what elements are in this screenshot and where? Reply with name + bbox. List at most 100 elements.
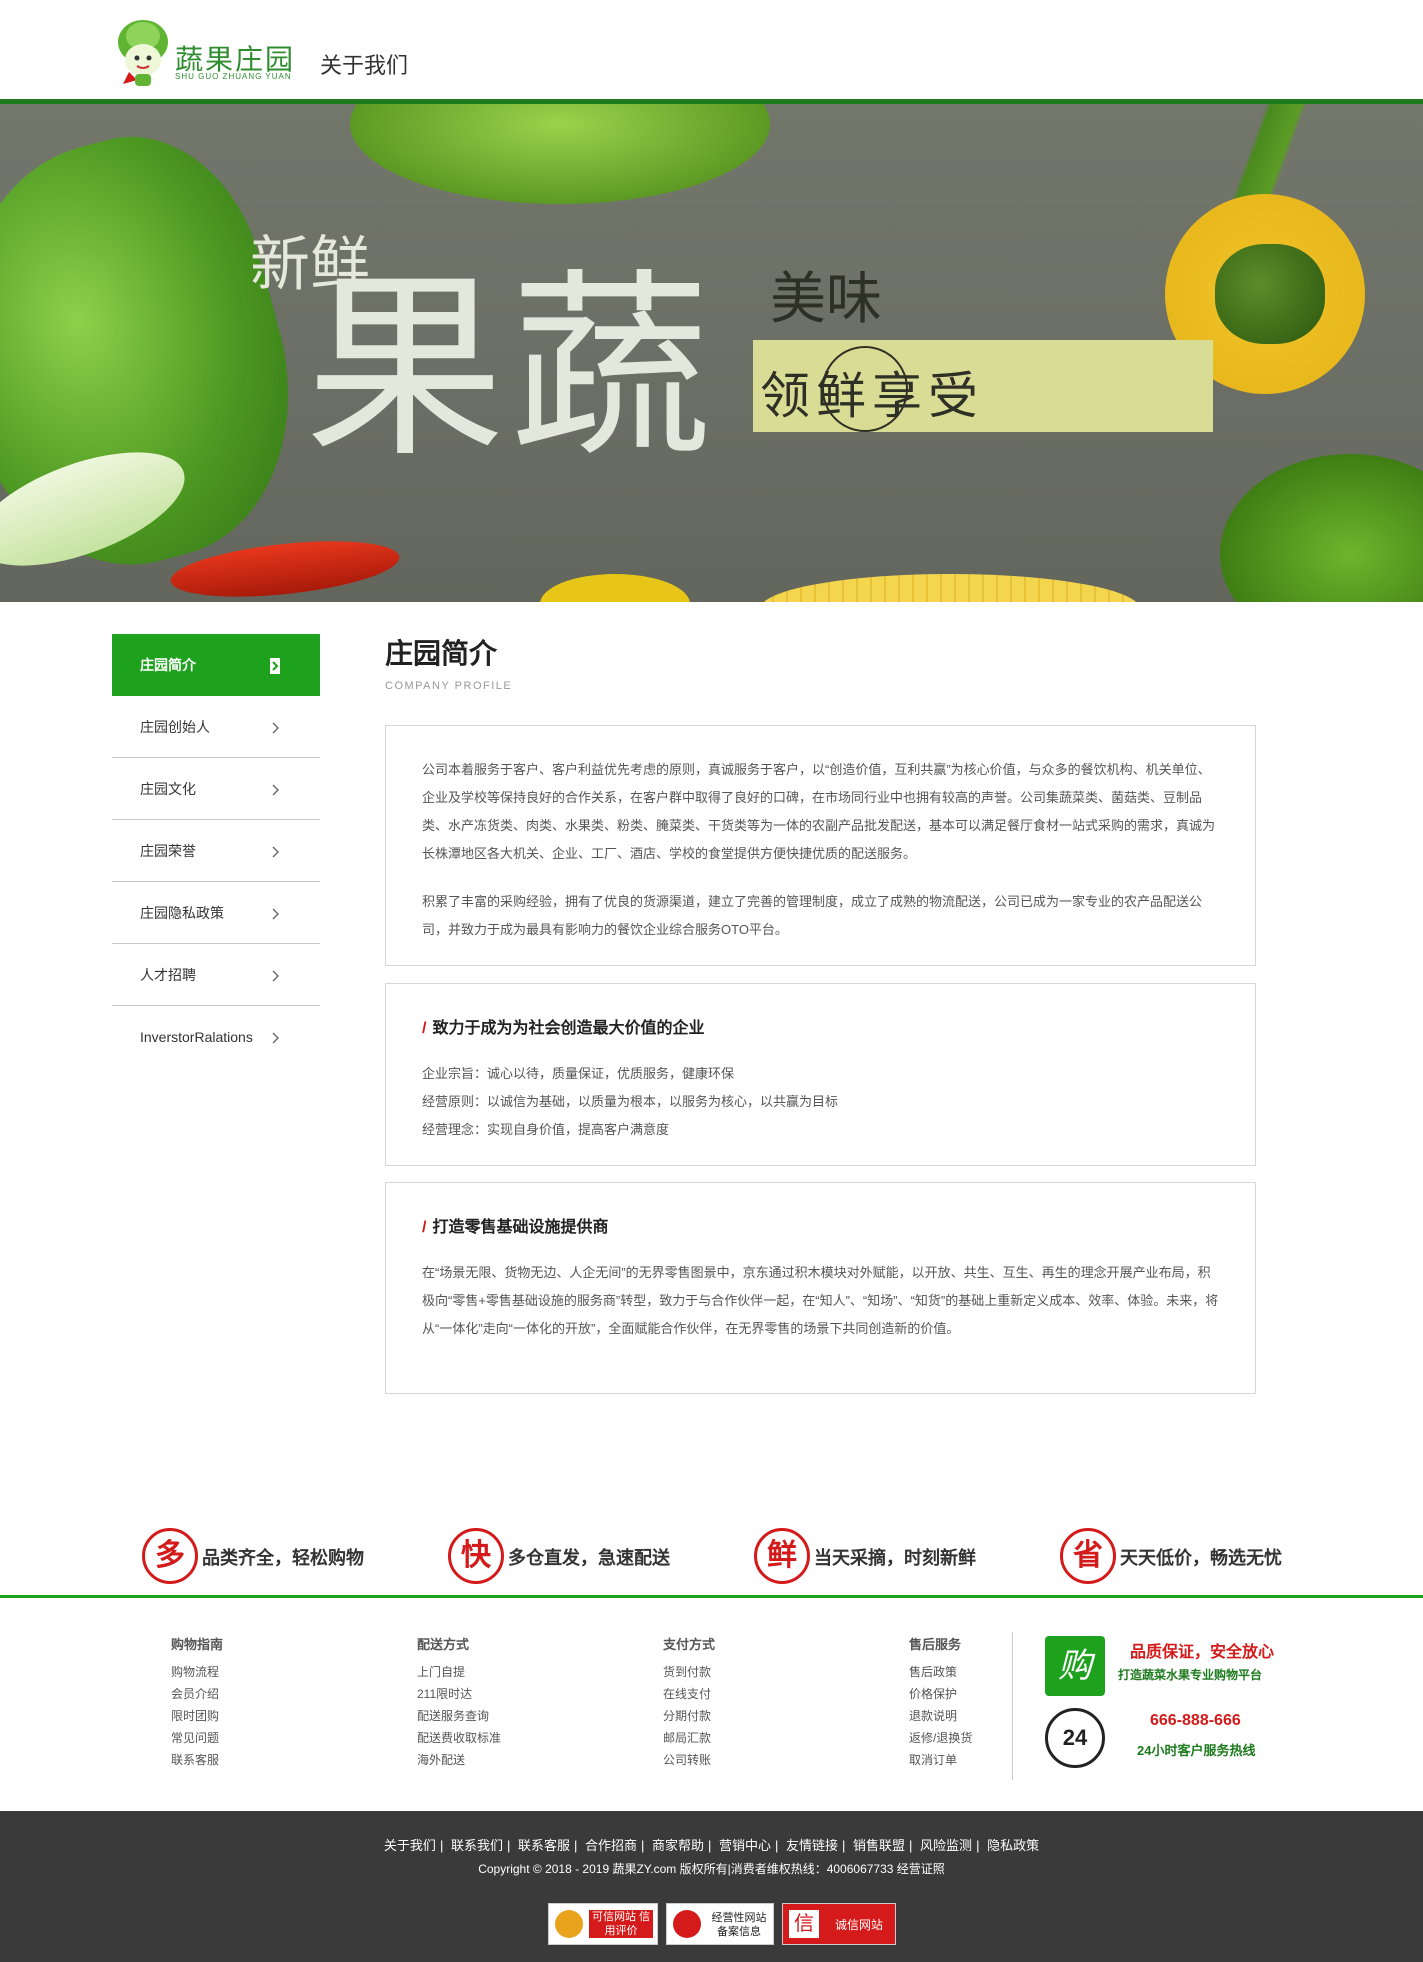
site-logo[interactable]: 蔬果庄园 SHU GUO ZHUANG YUAN [115,14,299,90]
sidebar-item-profile[interactable]: 庄园简介 [112,634,320,696]
bottom-link-marketing[interactable]: 营销中心 [719,1838,771,1853]
mission-heading: / 致力于成为为社会创造最大价值的企业 [422,1014,1219,1038]
footer-link[interactable]: 购物流程 [171,1661,371,1683]
integrity-icon: 信 [789,1910,819,1938]
footer-links: 购物指南 购物流程 会员介绍 限时团购 常见问题 联系客服 配送方式 上门自提 … [0,1600,1423,1810]
feature-text: 多仓直发，急速配送 [508,1548,670,1568]
sidebar-item-honors[interactable]: 庄园荣誉 [112,820,320,882]
chevron-right-icon [270,882,280,944]
chevron-right-icon [270,758,280,820]
footer-column-title: 支付方式 [663,1637,716,1652]
logo-subtext: SHU GUO ZHUANG YUAN [175,72,292,81]
hotline-label: 24小时客户服务热线 [1137,1743,1256,1758]
site-header: 蔬果庄园 SHU GUO ZHUANG YUAN 关于我们 [0,0,1423,104]
trusted-site-icon [555,1910,583,1938]
feature-text: 天天低价，畅选无忧 [1120,1548,1282,1568]
cert-integrity-site[interactable]: 信 诚信网站 [782,1903,896,1945]
shopping-badge-icon: 购 [1045,1636,1105,1696]
bottom-link-friend-links[interactable]: 友情链接 [786,1838,838,1853]
mission-line: 经营理念：实现自身价值，提高客户满意度 [422,1122,670,1137]
slash-marker: / [422,1020,427,1037]
bottom-link-partners[interactable]: 合作招商 [585,1838,637,1853]
chevron-right-icon [270,696,280,758]
sidebar-item-label: 庄园文化 [140,781,196,797]
bottom-link-risk[interactable]: 风险监测 [920,1838,972,1853]
sidebar-item-label: 庄园创始人 [140,719,210,735]
copyright-text: Copyright © 2018 - 2019 蔬果ZY.com 版权所有|消费… [478,1862,945,1876]
sidebar-item-culture[interactable]: 庄园文化 [112,758,320,820]
sidebar-item-investors[interactable]: InverstorRalations [112,1006,320,1068]
footer-link[interactable]: 货到付款 [663,1661,863,1683]
cabbage-mascot-icon [118,20,168,86]
feature-badge-icon: 鲜 [754,1528,810,1584]
squash-decoration [540,574,690,602]
banner-text-tasty: 美味 [770,267,882,332]
footer-column-delivery: 配送方式 上门自提 211限时达 配送服务查询 配送费收取标准 海外配送 [417,1634,617,1771]
mission-line: 经营原则：以诚信为基础，以质量为根本，以服务为核心，以共赢为目标 [422,1094,839,1109]
chevron-right-icon [270,1006,280,1068]
sidebar-item-privacy[interactable]: 庄园隐私政策 [112,882,320,944]
bottom-link-merchant-help[interactable]: 商家帮助 [652,1838,704,1853]
broccoli-decoration [1215,244,1325,344]
banner-slogan: 领鲜享受 [760,367,984,425]
retail-heading: / 打造零售基础设施提供商 [422,1213,1219,1237]
footer-column-title: 配送方式 [417,1637,470,1652]
footer-column-title: 购物指南 [171,1637,224,1652]
feature-strip: 多 品类齐全，轻松购物 快 多仓直发，急速配送 鲜 当天采摘，时刻新鲜 省 天天… [0,1518,1423,1598]
cert-label: 经营性网站 备案信息 [711,1912,767,1938]
section-subtitle: COMPANY PROFILE [385,680,513,692]
footer-column-guide: 购物指南 购物流程 会员介绍 限时团购 常见问题 联系客服 [171,1634,371,1771]
cert-business-site[interactable]: 经营性网站 备案信息 [666,1903,774,1945]
bottom-bar: 关于我们 | 联系我们 | 联系客服 | 合作招商 | 商家帮助 | 营销中心 | 友情链接… [0,1811,1423,1962]
sidebar-item-label: 庄园荣誉 [140,843,196,859]
hero-banner: 新鲜 果蔬 美味 领鲜享受 [0,104,1423,602]
mission-line: 企业宗旨：诚心以待，质量保证，优质服务，健康环保 [422,1066,735,1081]
cert-trusted-site[interactable]: 可信网站 信用评价 [548,1903,658,1945]
sidebar-item-label: InverstorRalations [140,1029,253,1045]
footer-link[interactable]: 上门自提 [417,1661,617,1683]
police-emblem-icon [673,1910,701,1938]
lettuce-decoration [350,104,770,204]
page-title: 关于我们 [320,53,409,78]
quality-subtitle: 打造蔬菜水果专业购物平台 [1118,1668,1263,1682]
footer-link[interactable]: 211限时达 [417,1683,617,1705]
sidebar-item-founder[interactable]: 庄园创始人 [112,696,320,758]
sidebar-item-careers[interactable]: 人才招聘 [112,944,320,1006]
bottom-link-about[interactable]: 关于我们 [384,1838,436,1853]
cert-label: 可信网站 信用评价 [589,1910,653,1938]
bottom-link-privacy[interactable]: 隐私政策 [987,1838,1039,1853]
footer-link[interactable]: 配送费收取标准 [417,1727,617,1749]
retail-paragraph: 在“场景无限、货物无边、人企无间”的无界零售图景中，京东通过积木模块对外赋能，以… [422,1265,1219,1336]
lettuce-corner-decoration [1220,454,1423,602]
footer-link[interactable]: 邮局汇款 [663,1727,863,1749]
footer-link[interactable]: 会员介绍 [171,1683,371,1705]
feature-text: 当天采摘，时刻新鲜 [814,1548,976,1568]
feature-badge-icon: 多 [142,1528,198,1584]
quality-title: 品质保证，安全放心 [1130,1644,1275,1661]
intro-box: 公司本着服务于客户、客户利益优先考虑的原则，真诚服务于客户，以“创造价值，互利共… [385,725,1256,966]
mission-box: / 致力于成为为社会创造最大价值的企业 企业宗旨：诚心以待，质量保证，优质服务，健… [385,983,1256,1166]
bottom-nav: 关于我们 | 联系我们 | 联系客服 | 合作招商 | 商家帮助 | 营销中心 | 友情链接… [383,1838,1040,1853]
retail-box: / 打造零售基础设施提供商 在“场景无限、货物无边、人企无间”的无界零售图景中，京… [385,1182,1256,1394]
footer-link[interactable]: 限时团购 [171,1705,371,1727]
slash-marker: / [422,1219,427,1236]
sidebar-item-label: 庄园隐私政策 [140,905,224,921]
cert-label: 诚信网站 [834,1918,883,1932]
footer-link[interactable]: 在线支付 [663,1683,863,1705]
bottom-link-alliance[interactable]: 销售联盟 [853,1838,905,1853]
intro-paragraph-2: 积累了丰富的采购经验，拥有了优良的货源渠道，建立了完善的管理制度，成立了成熟的物… [422,894,1203,937]
footer-link[interactable]: 分期付款 [663,1705,863,1727]
footer-link[interactable]: 公司转账 [663,1749,863,1771]
retail-heading-text: 打造零售基础设施提供商 [432,1219,609,1236]
bottom-link-service[interactable]: 联系客服 [518,1838,570,1853]
feature-badge-icon: 快 [448,1528,504,1584]
chevron-right-icon [270,820,280,882]
bottom-link-contact[interactable]: 联系我们 [451,1838,503,1853]
footer-link[interactable]: 海外配送 [417,1749,617,1771]
sidebar-nav: 庄园简介 庄园创始人 庄园文化 庄园荣誉 庄园隐私政策 人才招聘 Inverst… [112,634,320,1068]
footer-link[interactable]: 配送服务查询 [417,1705,617,1727]
hotline-number: 666-888-666 [1150,1712,1241,1729]
footer-link[interactable]: 联系客服 [171,1749,371,1771]
footer-link[interactable]: 常见问题 [171,1727,371,1749]
section-title: 庄园简介 [385,638,498,669]
